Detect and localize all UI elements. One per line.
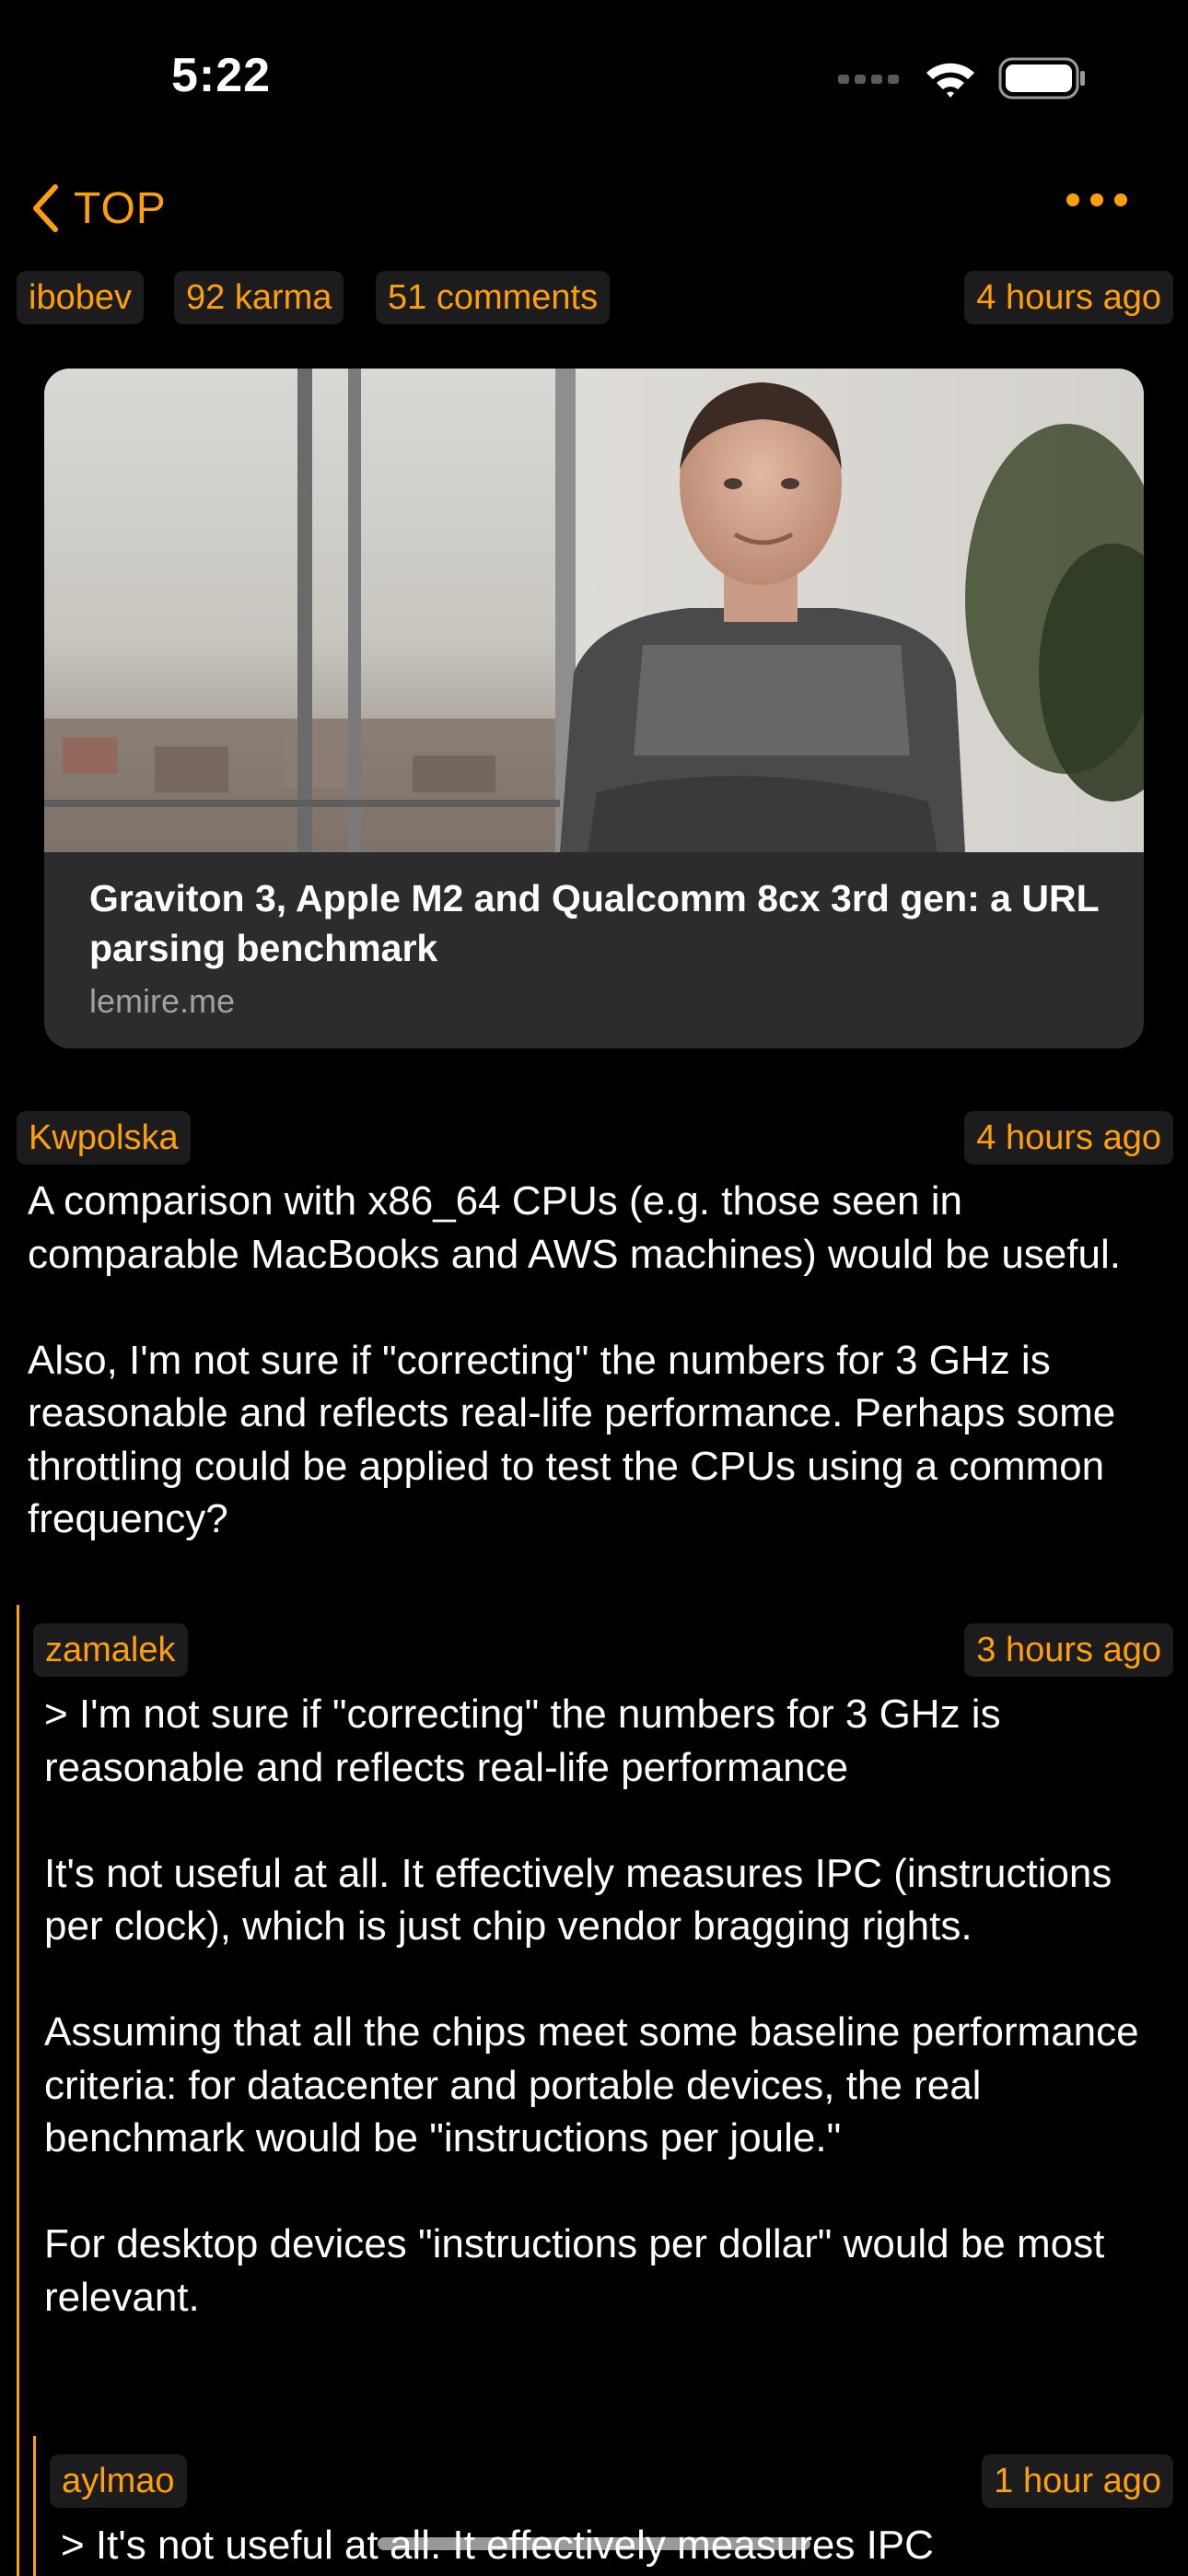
link-preview-image [44, 369, 1144, 852]
story-author-chip[interactable]: ibobev [17, 271, 144, 324]
status-time: 5:22 [171, 49, 272, 102]
cellular-signal-icon [838, 75, 899, 84]
comment-age-chip: 3 hours ago [964, 1623, 1173, 1677]
link-title: Graviton 3, Apple M2 and Qualcomm 8cx 3r… [89, 877, 1099, 969]
comment-age-chip: 4 hours ago [964, 1111, 1173, 1165]
back-button-label: TOP [74, 183, 167, 233]
comment-author-chip[interactable]: aylmao [50, 2454, 187, 2508]
link-preview-card[interactable]: Graviton 3, Apple M2 and Qualcomm 8cx 3r… [44, 369, 1144, 1048]
story-comments-chip: 51 comments [376, 271, 611, 324]
thread-indent-line [33, 2436, 36, 2576]
comment-age-chip: 1 hour ago [982, 2454, 1173, 2508]
chevron-left-icon [33, 184, 58, 232]
comment-author-chip[interactable]: Kwpolska [17, 1111, 191, 1165]
battery-icon [998, 57, 1085, 100]
thread-indent-line [17, 1605, 19, 2576]
story-karma-chip: 92 karma [174, 271, 344, 324]
status-icons [838, 57, 1087, 100]
comments-screen: 5:22 TOP ibobev 92 karma 51 comments 4 h… [0, 0, 1188, 2576]
ellipsis-icon [1066, 193, 1079, 206]
link-domain: lemire.me [89, 982, 236, 1020]
comment-body: > I'm not sure if "correcting" the numbe… [44, 1692, 1139, 2320]
comment-author-chip[interactable]: zamalek [33, 1623, 188, 1677]
more-button[interactable] [1066, 193, 1127, 206]
back-button[interactable]: TOP [31, 181, 167, 236]
story-age-chip: 4 hours ago [964, 271, 1173, 324]
home-indicator[interactable] [378, 2537, 810, 2550]
comment-body: A comparison with x86_64 CPUs (e.g. thos… [28, 1178, 1121, 1541]
wifi-icon [926, 63, 974, 98]
